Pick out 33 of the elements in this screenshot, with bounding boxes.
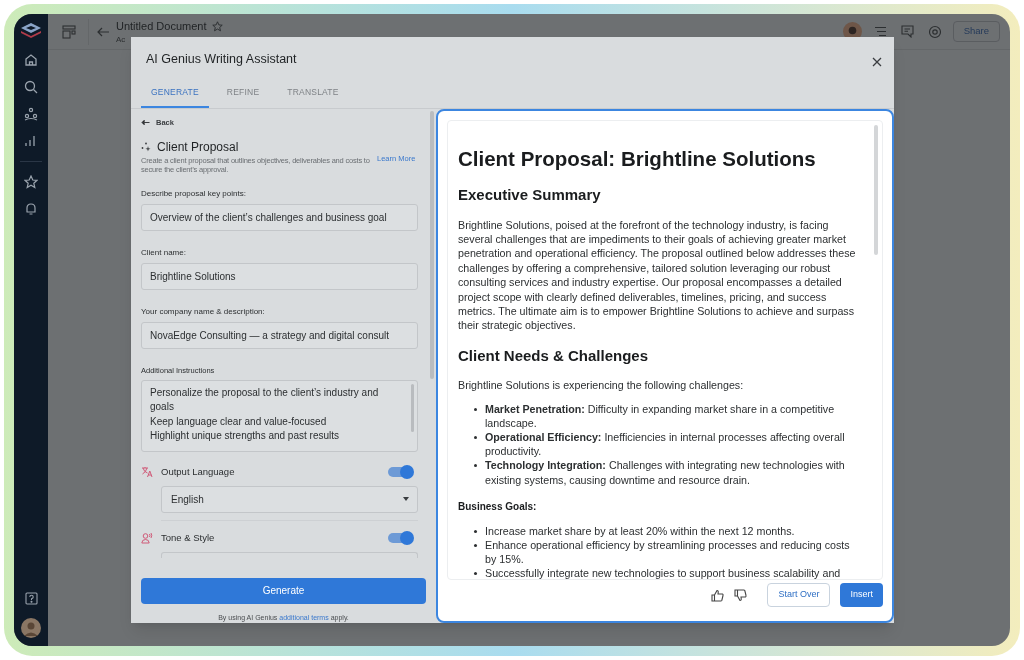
- select-field[interactable]: English: [161, 485, 418, 513]
- section-heading: Executive Summary: [458, 185, 602, 205]
- input-field[interactable]: Brightline Solutions: [141, 263, 418, 291]
- field-label: Describe proposal key points:: [141, 188, 247, 201]
- input-field[interactable]: Overview of the client’s challenges and business goal: [141, 204, 418, 232]
- tab[interactable]: GENERATE: [141, 78, 209, 108]
- share-button[interactable]: Share: [952, 21, 1000, 42]
- list-item: Enhance operational efficiency by streamlining processes and reducing costs by 15%.: [485, 538, 851, 567]
- document-subtitle: Ac: [116, 34, 127, 45]
- input-field[interactable]: NovaEdge Consulting — a strategy and digital consult: [141, 322, 418, 350]
- paragraph: Brightline Solutions, poised at the forefront of the technology industry, is facing several challenges that are impediments to their goals of achieving greater market penetration and operational efficiency. The proposal outlined below addresses these challenges by offering a comprehensive, tailored solution leveraging our robust consulting services and industry expertise. Our proposal encompasses a detailed project scope with clearly defined deliverables, timelines, pricing, and success metrics. The ultimate aim is to empower Brightline Solutions to achieve and surpass their strategic objectives.: [458, 217, 857, 333]
- generate-button[interactable]: Generate: [141, 577, 426, 604]
- list-item: Increase market share by at least 20% within the next 12 months.: [485, 523, 795, 539]
- paragraph: Brightline Solutions is experiencing the following challenges:: [458, 378, 745, 393]
- field-label: Client name:: [141, 247, 187, 260]
- list-item: Market Penetration: Difficulty in expanding market share in a competitive landscape.: [485, 401, 836, 431]
- tab[interactable]: REFINE: [216, 78, 270, 108]
- dialog-title: AI Genius Writing Assistant: [146, 51, 297, 69]
- document-title: Untitled Document: [116, 19, 207, 35]
- list-item: Operational Efficiency: Inefficiencies in internal processes affecting overall productivity.: [485, 430, 846, 459]
- list-item: Technology Integration: Challenges with integrating new technologies with existing systems, causing downtime and resource drain.: [485, 458, 846, 487]
- tab[interactable]: TRANSLATE: [277, 78, 349, 108]
- section-heading: Client Needs & Challenges: [458, 345, 650, 366]
- textarea-field[interactable]: Personalize the proposal to the client’s industry and goals Keep language clear and value-focused Highlight unique strengths and past results: [141, 379, 418, 452]
- start-over-button[interactable]: Start Over: [767, 583, 831, 607]
- list-item: Successfully integrate new technologies to support business scalability and: [485, 566, 841, 579]
- document-title: Client Proposal: Brightline Solutions: [458, 146, 817, 172]
- template-title: Client Proposal: [157, 139, 239, 157]
- option-label: Tone & Style: [161, 530, 216, 545]
- subheading: Business Goals:: [458, 499, 538, 514]
- insert-button[interactable]: Insert: [840, 583, 883, 607]
- field-label: Your company name & description:: [141, 306, 266, 319]
- option-label: Output Language: [161, 464, 236, 479]
